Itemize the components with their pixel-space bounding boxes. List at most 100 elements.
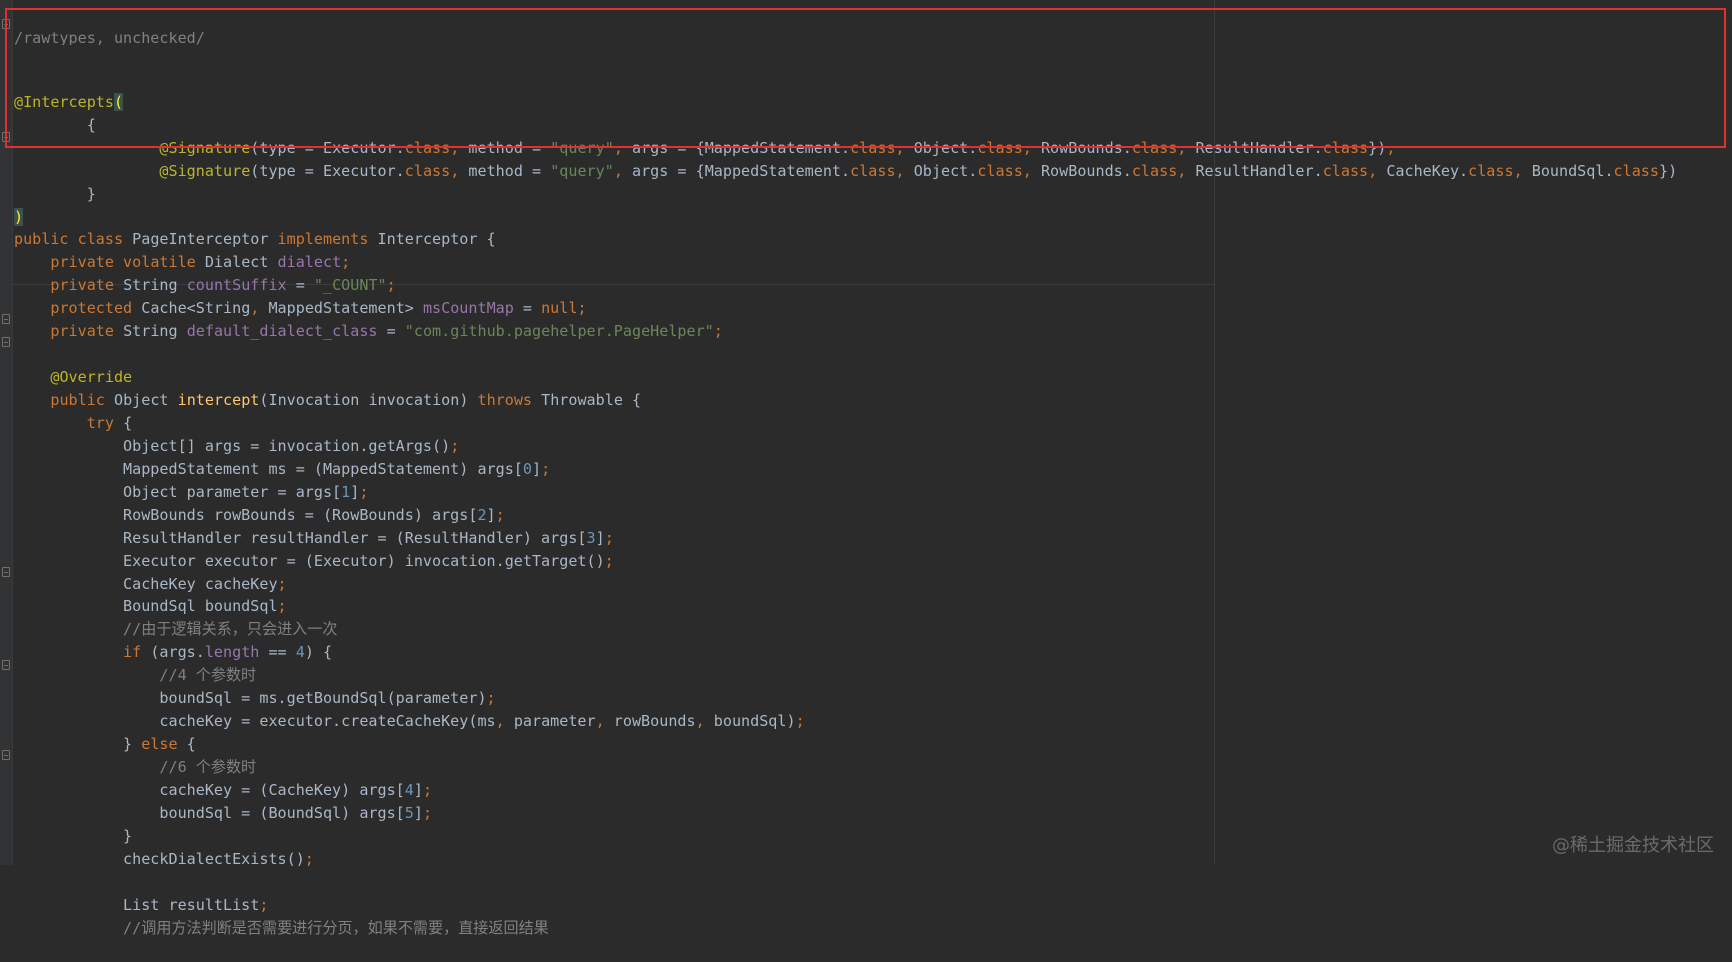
code-token: String [123, 322, 187, 341]
code-line: ResultHandler resultHandler = (ResultHan… [14, 527, 1677, 550]
code-line: ) [14, 206, 1677, 229]
fold-icon[interactable] [2, 750, 10, 760]
code-token: 4 [295, 643, 305, 662]
code-token: parameter [513, 712, 596, 731]
code-token: null; [541, 299, 587, 318]
code-token: cacheKey = executor.createCacheKey(ms [14, 712, 496, 731]
code-token: , [595, 712, 614, 731]
code-token: class [850, 161, 896, 180]
code-token: = [286, 276, 314, 295]
code-token: ) [14, 207, 24, 226]
fold-icon[interactable] [2, 660, 10, 670]
code-token: 3 [586, 528, 596, 547]
code-token: args = {MappedStatement. [632, 161, 851, 180]
code-line: //4 个参数时 [14, 664, 1677, 687]
code-token: , [1513, 161, 1532, 180]
code-token: "com.github.pagehelper.PageHelper" [404, 322, 714, 341]
code-line: protected Cache<String, MappedStatement>… [14, 297, 1677, 320]
code-token: dialect [277, 253, 342, 272]
code-token: , [495, 712, 514, 731]
code-token: class [1131, 161, 1178, 180]
code-token: class [1468, 161, 1514, 180]
code-token: implements [277, 230, 378, 249]
code-token: boundSql) [713, 712, 796, 731]
code-token: //由于逻辑关系，只会进入一次 [123, 620, 338, 639]
code-token: CacheKey cacheKey [14, 574, 278, 593]
code-token: ; [450, 436, 460, 455]
code-line: @Override [14, 366, 1677, 389]
code-token: method = [468, 161, 551, 180]
code-line: Executor executor = (Executor) invocatio… [14, 550, 1677, 573]
code-line: CacheKey cacheKey; [14, 573, 1677, 596]
code-token: = [513, 299, 542, 318]
code-line: private volatile Dialect dialect; [14, 251, 1677, 274]
code-token: ; [422, 803, 433, 822]
code-token: ; [495, 505, 505, 524]
code-token: } [14, 184, 96, 203]
code-token: ; [386, 276, 396, 295]
code-line: //6 个参数时 [14, 756, 1677, 779]
code-token: BoundSql. [1531, 161, 1614, 180]
code-line: List resultList; [14, 894, 1677, 917]
code-token: ; [259, 895, 269, 914]
code-token: if [123, 643, 151, 662]
code-token: ) { [304, 643, 333, 662]
code-token: , [695, 712, 714, 731]
code-token: ] [595, 528, 605, 547]
code-token: ] [531, 459, 542, 478]
code-token: BoundSql boundSql [14, 597, 278, 616]
code-token: { [186, 735, 196, 754]
code-token: msCountMap [422, 299, 514, 318]
code-token: private [50, 322, 124, 341]
code-token: private volatile [50, 253, 205, 272]
code-token: ; [277, 597, 287, 616]
code-token: ] [350, 482, 360, 501]
code-token: ; [604, 528, 614, 547]
code-token: 1 [341, 482, 351, 501]
fold-icon[interactable] [2, 567, 10, 577]
code-token: boundSql = (BoundSql) args[ [14, 803, 405, 822]
code-token: @Signature [159, 161, 251, 180]
code-token: checkDialectExists() [14, 849, 305, 868]
code-token: ; [277, 574, 287, 593]
code-token: countSuffix [186, 276, 287, 295]
code-line: //由于逻辑关系，只会进入一次 [14, 618, 1677, 641]
code-token: class [977, 161, 1023, 180]
code-token: Throwable { [541, 391, 642, 409]
code-token: { [123, 413, 133, 432]
code-token: class [1322, 161, 1369, 180]
code-token: private [50, 276, 124, 295]
code-token: 4 [404, 780, 414, 799]
code-token: else [141, 735, 187, 754]
code-token: , [250, 299, 269, 318]
code-token: MappedStatement> [268, 299, 423, 318]
code-line: MappedStatement ms = (MappedStatement) a… [14, 458, 1677, 481]
code-token: String [123, 276, 187, 295]
code-line: } [14, 183, 1677, 206]
code-token: class [1613, 161, 1659, 180]
code-token: ] [486, 505, 496, 524]
code-token: Object[] args = invocation.getArgs() [14, 436, 451, 455]
code-line: private String default_dialect_class = "… [14, 320, 1677, 343]
code-token: ResultHandler resultHandler = (ResultHan… [14, 528, 587, 547]
code-token: ; [604, 551, 614, 570]
code-token: ; [795, 712, 805, 731]
code-line: checkDialectExists(); [14, 848, 1677, 871]
code-token: Object parameter = args[ [14, 482, 342, 501]
code-line: Object parameter = args[1]; [14, 481, 1677, 504]
code-token: List resultList [14, 895, 260, 914]
code-token: (Invocation invocation) [259, 391, 478, 409]
fold-icon[interactable] [2, 337, 10, 347]
fold-icon[interactable] [2, 314, 10, 324]
code-token: length [204, 643, 260, 662]
code-token: } [14, 826, 133, 845]
